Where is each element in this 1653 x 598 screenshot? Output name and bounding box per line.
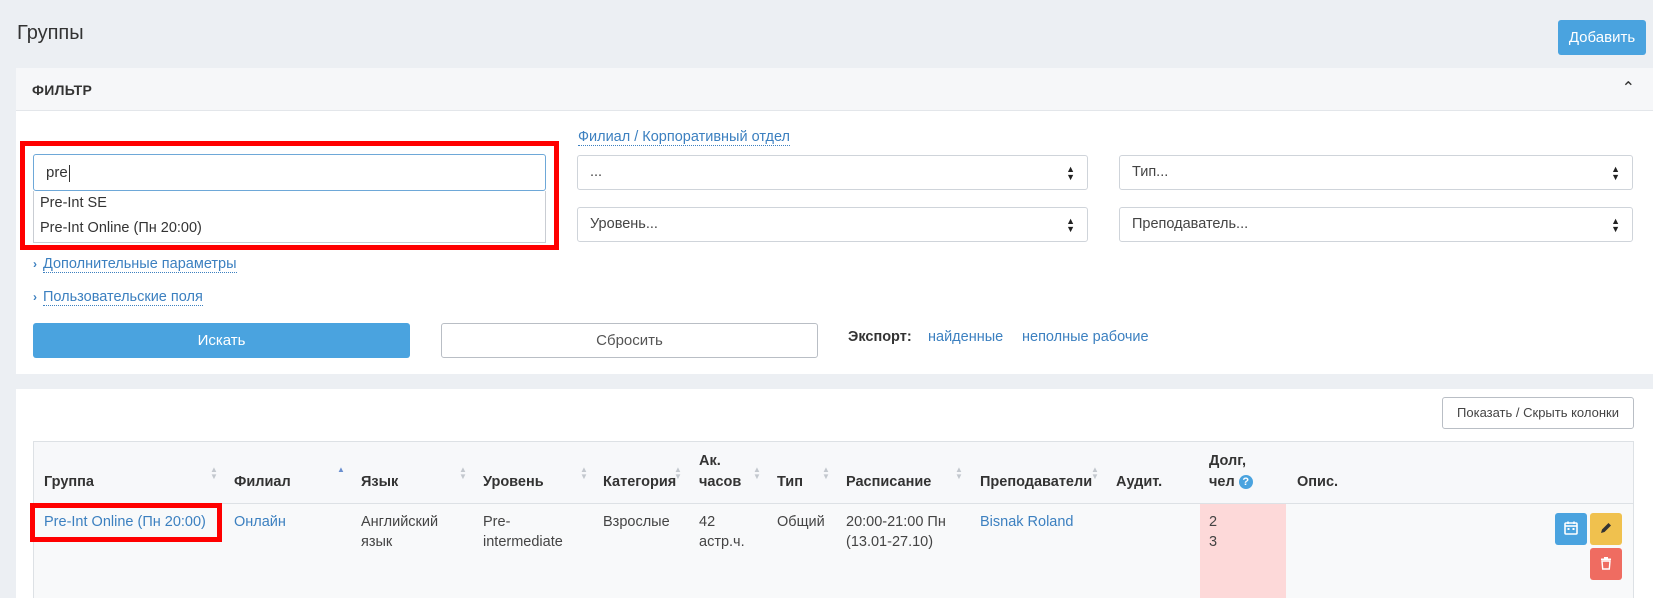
level-select-value: Уровень... — [590, 216, 658, 232]
level-line2: intermediate — [483, 534, 563, 550]
sort-icon[interactable]: ▲ ▼ — [459, 466, 467, 481]
add-button[interactable]: Добавить — [1558, 20, 1646, 55]
export-label: Экспорт: — [848, 329, 912, 345]
schedule-line1: 20:00-21:00 Пн — [846, 514, 946, 530]
select-arrows-icon: ▲ ▼ — [1066, 216, 1075, 234]
export-found-link[interactable]: найденные — [928, 329, 1003, 345]
col-header-hours-line1[interactable]: Ак. — [699, 453, 721, 469]
sort-icon[interactable]: ▲ ▼ — [1091, 466, 1099, 481]
custom-fields-link[interactable]: Пользовательские поля — [43, 289, 203, 306]
category-cell: Взрослые — [603, 514, 670, 530]
col-header-level[interactable]: Уровень — [483, 474, 544, 490]
col-header-category[interactable]: Категория — [603, 474, 676, 490]
custom-fields-toggle[interactable]: › Пользовательские поля — [33, 288, 203, 306]
type-cell: Общий — [777, 514, 825, 530]
trash-icon — [1601, 557, 1611, 570]
select-arrows-icon: ▲ ▼ — [1611, 216, 1620, 234]
teacher-link[interactable]: Bisnak Roland — [980, 512, 1074, 532]
col-header-branch[interactable]: Филиал — [234, 474, 291, 490]
branch-select[interactable]: ... ▲ ▼ — [577, 155, 1088, 190]
chevron-up-icon[interactable]: ⌃ — [1622, 78, 1635, 98]
highlight-box-search — [20, 141, 559, 250]
col-header-type[interactable]: Тип — [777, 474, 803, 490]
export-incomplete-link[interactable]: неполные рабочие — [1022, 329, 1149, 345]
language-line2: язык — [361, 534, 393, 550]
col-header-room[interactable]: Аудит. — [1116, 474, 1162, 490]
toggle-columns-button[interactable]: Показать / Скрыть колонки — [1442, 397, 1634, 429]
col-header-debt-line2[interactable]: чел ? — [1209, 474, 1253, 490]
sort-icon[interactable]: ▲ ▼ — [753, 466, 761, 481]
debt-cell: 2 3 — [1209, 512, 1217, 552]
additional-params-toggle[interactable]: › Дополнительные параметры — [33, 255, 237, 273]
branch-select-value: ... — [590, 164, 603, 180]
type-select[interactable]: Тип... ▲ ▼ — [1119, 155, 1633, 190]
level-line1: Pre- — [483, 514, 511, 530]
debt-line1: 2 — [1209, 514, 1218, 530]
debt-line2: 3 — [1209, 534, 1218, 550]
teacher-link-text[interactable]: Bisnak Roland — [980, 514, 1074, 530]
schedule-cell: 20:00-21:00 Пн (13.01-27.10) — [846, 512, 946, 552]
col-header-debt-line1[interactable]: Долг, — [1209, 453, 1246, 469]
search-button[interactable]: Искать — [33, 323, 410, 358]
reset-button[interactable]: Сбросить — [441, 323, 818, 358]
col-header-language[interactable]: Язык — [361, 474, 398, 490]
sort-asc-icon[interactable]: ▲ — [337, 466, 345, 474]
chevron-right-icon: › — [33, 290, 37, 304]
select-arrows-icon: ▲ ▼ — [1066, 164, 1075, 182]
calendar-icon — [1564, 521, 1578, 535]
col-header-hours-line2[interactable]: часов — [699, 474, 741, 490]
pencil-icon — [1601, 523, 1611, 533]
teacher-select-value: Преподаватель... — [1132, 216, 1249, 232]
level-select[interactable]: Уровень... ▲ ▼ — [577, 207, 1088, 242]
branch-link-text[interactable]: Онлайн — [234, 514, 286, 530]
chevron-right-icon: › — [33, 257, 37, 271]
filter-title: ФИЛЬТР — [32, 82, 93, 98]
branch-link[interactable]: Филиал / Корпоративный отдел — [578, 129, 791, 146]
sort-icon[interactable]: ▲ ▼ — [674, 466, 682, 481]
page-title: Группы — [17, 22, 84, 44]
additional-params-link[interactable]: Дополнительные параметры — [43, 256, 237, 273]
col-header-group[interactable]: Группа — [44, 474, 94, 490]
filter-header[interactable]: ФИЛЬТР ⌃ — [16, 68, 1653, 111]
sort-icon[interactable]: ▲ ▼ — [580, 466, 588, 481]
col-header-schedule[interactable]: Расписание — [846, 474, 931, 490]
language-line1: Английский — [361, 514, 439, 530]
debt-header-text: чел — [1209, 474, 1235, 490]
level-cell: Pre- intermediate — [483, 512, 563, 552]
hours-cell: 42 астр.ч. — [699, 512, 745, 552]
branch-link[interactable]: Онлайн — [234, 512, 286, 532]
highlight-box-group — [30, 503, 222, 542]
calendar-button[interactable] — [1555, 513, 1587, 545]
select-arrows-icon: ▲ ▼ — [1611, 164, 1620, 182]
hours-line2: астр.ч. — [699, 534, 745, 550]
edit-button[interactable] — [1590, 513, 1622, 545]
sort-icon[interactable]: ▲ ▼ — [822, 466, 830, 481]
col-header-description[interactable]: Опис. — [1297, 474, 1338, 490]
teacher-select[interactable]: Преподаватель... ▲ ▼ — [1119, 207, 1633, 242]
hours-line1: 42 — [699, 514, 716, 530]
sort-icon[interactable]: ▲ ▼ — [955, 466, 963, 481]
table-header — [34, 442, 1633, 504]
delete-button[interactable] — [1590, 548, 1622, 580]
schedule-line2: (13.01-27.10) — [846, 534, 934, 550]
language-cell: Английский язык — [361, 512, 438, 552]
col-header-teachers[interactable]: Преподаватели — [980, 474, 1092, 490]
help-icon[interactable]: ? — [1238, 475, 1253, 489]
sort-icon[interactable]: ▲ ▼ — [210, 466, 218, 481]
type-select-value: Тип... — [1132, 164, 1169, 180]
